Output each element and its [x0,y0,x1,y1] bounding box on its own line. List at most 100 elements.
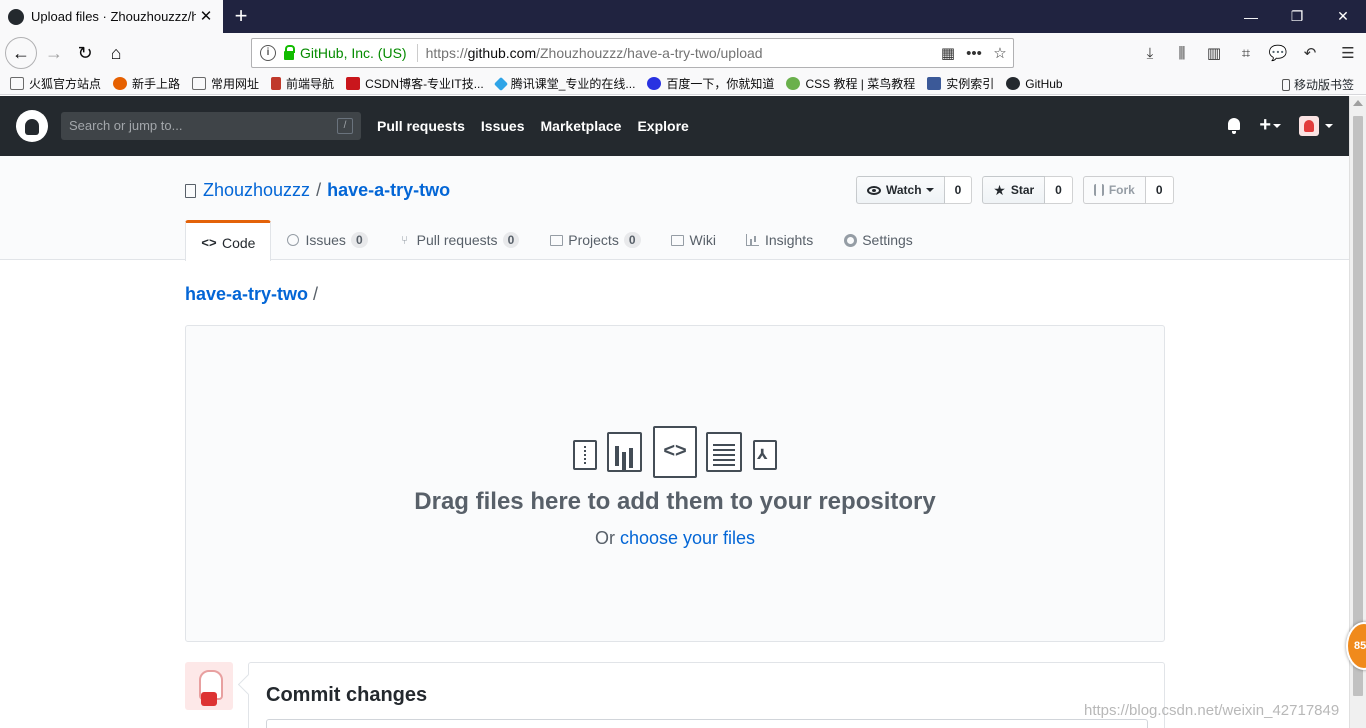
tab-close-icon[interactable]: ✕ [197,7,215,25]
github-logo-icon[interactable] [16,110,48,142]
fork-button[interactable]: Fork [1082,176,1146,204]
runoob-icon [786,77,801,90]
bookmark-label: 常用网址 [211,77,260,91]
bookmark-star-icon[interactable]: ☆ [987,44,1013,62]
breadcrumb: have-a-try-two / [185,284,318,305]
restore-button[interactable]: ❐ [1274,0,1320,33]
choose-files-link[interactable]: choose your files [620,528,755,548]
bookmark-item[interactable]: 常用网址 [192,75,259,92]
tab-issues[interactable]: Issues 0 [271,220,382,260]
download-icon[interactable]: ⤓ [1134,39,1166,67]
bookmark-item[interactable]: CSS 教程 | 菜鸟教程 [786,75,915,92]
notifications-bell-icon[interactable] [1227,117,1241,134]
site-identity[interactable]: GitHub, Inc. (US) [300,45,407,61]
back-button[interactable]: ← [5,37,37,69]
issue-icon-shape [287,234,300,246]
code-icon: <> [201,235,217,250]
user-avatar[interactable] [1299,115,1319,136]
chat-icon[interactable]: 💬 [1262,39,1294,67]
screenshot-icon[interactable]: ⌗ [1230,39,1262,67]
breadcrumb-repo-link[interactable]: have-a-try-two [185,284,308,304]
tab-insights[interactable]: Insights [731,220,828,260]
bookmark-item[interactable]: CSDN博客-专业IT技... [346,75,484,92]
file-drop-zone[interactable]: <> ⅄ Drag files here to add them to your… [185,325,1165,642]
project-icon [549,233,563,247]
star-button[interactable]: ★ Star [982,176,1046,204]
repo-actions: Watch 0 ★ Star 0 Fork 0 [856,176,1174,204]
chevron-down-icon[interactable] [1325,123,1333,128]
graph-icon-shape [746,234,760,246]
repo-owner-link[interactable]: Zhouzhouzzz [203,180,310,201]
repo-book-icon [185,183,196,198]
home-button[interactable]: ⌂ [102,39,130,67]
nav-issues[interactable]: Issues [481,118,525,134]
watermark: https://blog.csdn.net/weixin_42717849 [1084,702,1340,719]
library-icon[interactable]: ⫼ [1166,39,1198,67]
bookmark-label: 腾讯课堂_专业的在线... [510,77,636,91]
bookmark-item[interactable]: 实例索引 [927,75,994,92]
mobile-bookmarks[interactable]: 移动版书签 [1281,76,1354,93]
tab-wiki[interactable]: Wiki [656,220,731,260]
fork-icon [1093,184,1104,196]
info-icon[interactable]: i [260,45,276,61]
browser-tab-active[interactable]: Upload files · Zhouzhouzzz/h ✕ [0,0,223,33]
repo-title: Zhouzhouzzz / have-a-try-two [185,180,450,201]
graph-icon [746,233,760,247]
github-favicon-icon [8,8,24,25]
url-bar[interactable]: i GitHub, Inc. (US) https://github.com/Z… [251,38,1014,68]
sidebar-icon[interactable]: ▥ [1198,39,1230,67]
repo-nav: <> Code Issues 0 ⑂ Pull requests 0 Proje… [185,220,928,261]
star-count[interactable]: 0 [1045,176,1073,204]
qr-code-icon[interactable]: ▦ [935,44,961,62]
header-nav: Pull requests Issues Marketplace Explore [377,118,705,134]
drop-zone-title: Drag files here to add them to your repo… [414,488,936,515]
csdn-icon [346,77,361,90]
menu-icon[interactable]: ☰ [1332,39,1364,67]
bookmark-item[interactable]: GitHub [1006,77,1063,91]
new-tab-button[interactable]: + [230,3,252,29]
nav-explore[interactable]: Explore [637,118,688,134]
minimize-button[interactable]: — [1228,0,1274,33]
bookmark-item[interactable]: 前端导航 [271,75,334,92]
github-header: Search or jump to... / Pull requests Iss… [0,96,1349,156]
url-text[interactable]: https://github.com/Zhouzhouzzz/have-a-tr… [426,45,935,61]
chevron-down-icon[interactable] [1273,123,1281,128]
bookmark-item[interactable]: 百度一下，你就知道 [647,75,774,92]
file-zip-icon [573,440,597,470]
gear-icon-shape [843,233,857,247]
forward-button[interactable]: → [40,39,68,67]
fork-count[interactable]: 0 [1145,176,1174,204]
bookmark-label: 实例索引 [946,77,995,91]
tab-pull-requests[interactable]: ⑂ Pull requests 0 [383,220,535,260]
baidu-icon [647,77,662,90]
watch-button[interactable]: Watch [856,176,945,204]
file-chart-icon [607,432,642,472]
bookmark-item[interactable]: 火狐官方站点 [10,75,101,92]
undo-icon[interactable]: ↶ [1294,39,1326,67]
search-input[interactable]: Search or jump to... / [61,112,361,140]
mobile-bookmarks-label: 移动版书签 [1293,78,1354,92]
tab-code[interactable]: <> Code [185,220,272,261]
bookmark-label: 新手上路 [132,77,181,91]
tab-settings[interactable]: Settings [828,220,928,260]
scrollbar-thumb[interactable] [1353,116,1363,696]
tab-label: Pull requests [416,232,498,248]
nav-pull-requests[interactable]: Pull requests [377,118,465,134]
watch-count[interactable]: 0 [944,176,973,204]
repo-name-link[interactable]: have-a-try-two [327,180,450,201]
scroll-up-arrow-icon[interactable] [1353,100,1363,106]
create-new-icon[interactable]: + [1259,114,1271,137]
tencent-class-icon [493,76,508,91]
reload-button[interactable]: ↻ [71,39,99,67]
nav-marketplace[interactable]: Marketplace [541,118,622,134]
close-window-button[interactable]: ✕ [1320,0,1366,33]
tab-projects[interactable]: Projects 0 [534,220,655,260]
commit-summary-input[interactable] [266,719,1148,728]
bookmarks-bar: 火狐官方站点 新手上路 常用网址 前端导航 CSDN博客-专业IT技... 腾讯… [0,73,1366,95]
page-actions-icon[interactable]: ••• [961,45,987,62]
breadcrumb-separator: / [313,284,319,304]
browser-toolbar: ⤓ ⫼ ▥ ⌗ 💬 ↶ ☰ [1134,39,1364,67]
bookmark-item[interactable]: 新手上路 [113,75,180,92]
bookmark-label: CSS 教程 | 菜鸟教程 [805,77,916,91]
bookmark-item[interactable]: 腾讯课堂_专业的在线... [493,75,636,92]
